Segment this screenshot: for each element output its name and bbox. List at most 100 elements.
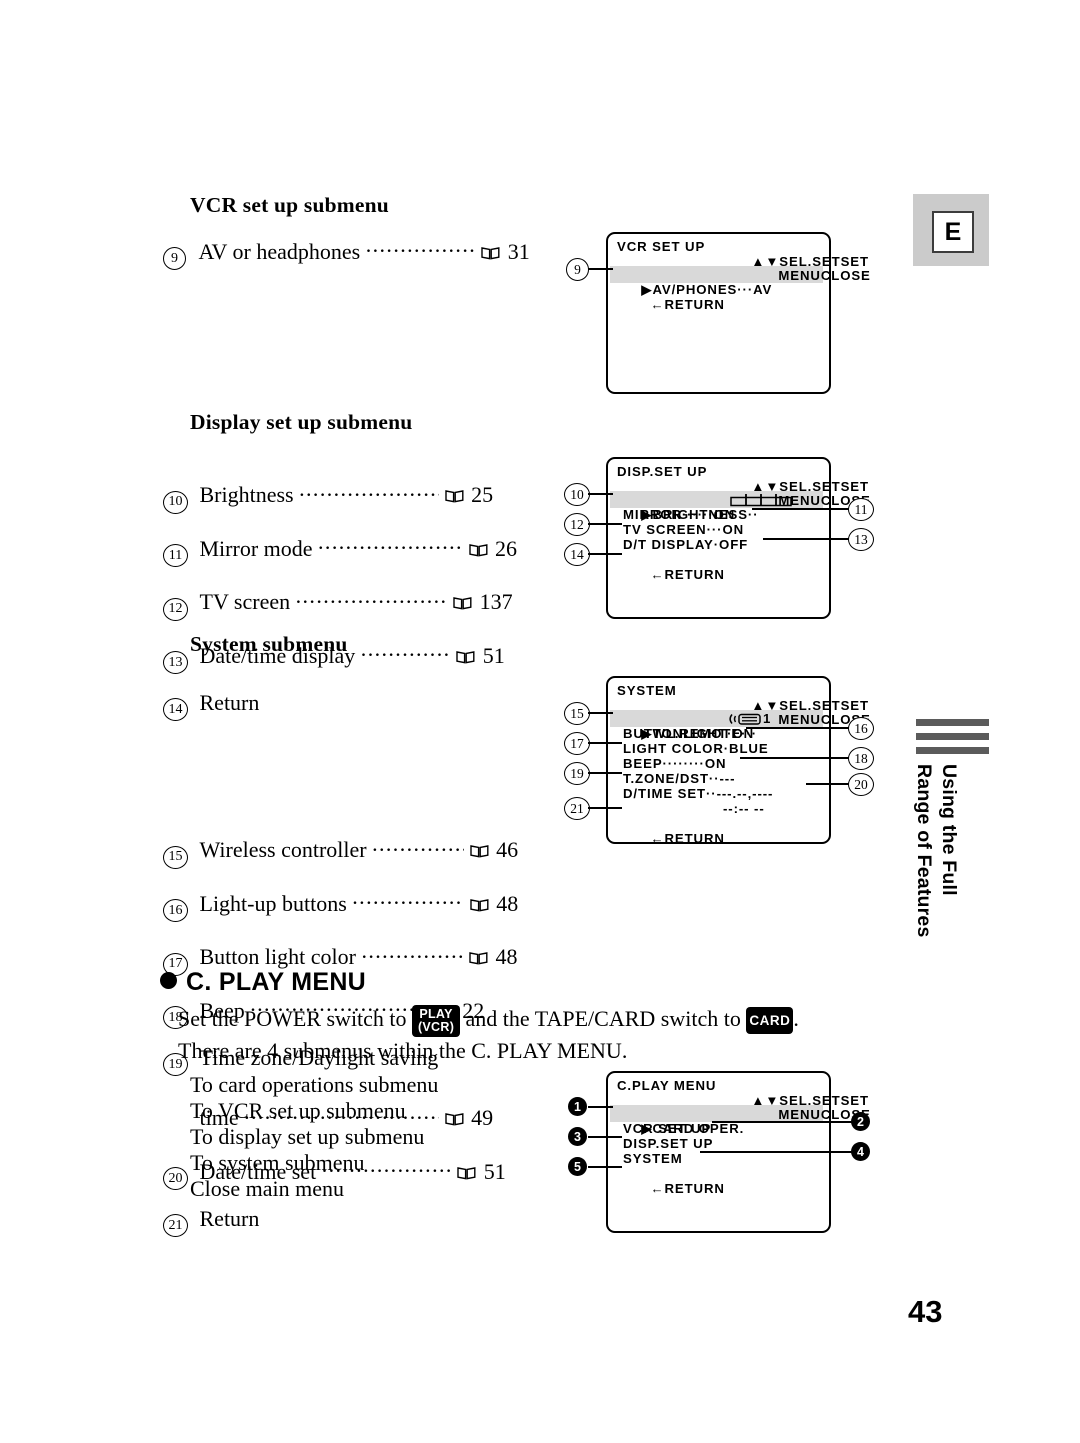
- lcd-row-beep: BEEP········ON: [623, 756, 727, 771]
- callout-leader-14: [588, 553, 622, 555]
- page-ref: 51: [482, 642, 505, 668]
- callout-leader-10: [588, 493, 613, 495]
- intro-text-c: .: [793, 1006, 799, 1031]
- callout-9: 9: [566, 258, 589, 281]
- callout-12: 12: [564, 513, 590, 536]
- item-label: AV or headphones: [198, 238, 361, 264]
- leader-dots: ................................: [299, 475, 439, 501]
- lcd-row-vcr-set-up: VCR SET UP: [623, 1121, 712, 1136]
- item-label: Wireless controller: [199, 837, 367, 863]
- leader-dots: ................................: [295, 582, 448, 608]
- callout-15: 15: [564, 702, 590, 725]
- manual-page: E Using the Full Range of Features VCR s…: [0, 0, 1080, 1443]
- book-icon: [468, 543, 488, 557]
- callout-5: 5: [568, 1157, 587, 1176]
- callout-16: 16: [848, 717, 874, 740]
- book-icon: [456, 650, 475, 664]
- callout-14: 14: [564, 543, 590, 566]
- item-number: 11: [163, 544, 188, 568]
- chapter-bar-3: [916, 747, 989, 754]
- lcd-row-return: ←RETURN: [650, 831, 725, 846]
- item-number: 9: [163, 247, 186, 271]
- book-icon: [457, 1166, 476, 1180]
- callout-leader-13: [763, 538, 849, 540]
- page-ref: 137: [479, 589, 513, 615]
- lcd-row-dtime-set: D/TIME SET··---.--,----: [623, 786, 774, 801]
- callout-17: 17: [564, 732, 590, 755]
- page-ref: 26: [495, 535, 518, 561]
- item-label: Mirror mode: [199, 535, 313, 561]
- chapter-bar-2: [916, 733, 989, 740]
- intro-text-a: Set the POWER switch to: [178, 1006, 407, 1031]
- section-heading-display-set-up: Display set up submenu: [190, 410, 413, 434]
- callout-20: 20: [848, 773, 874, 796]
- callout-leader-3: [588, 1136, 622, 1138]
- item-label: TV screen: [199, 589, 291, 615]
- leader-dots: ................................: [361, 937, 464, 963]
- chapter-bar-1: [916, 719, 989, 726]
- page-ref: 48: [496, 890, 519, 916]
- key-vcr-label: (VCR): [417, 1020, 455, 1035]
- lcd-vcr-set-up: VCR SET UP ▲▼SEL.SETSET MENUCLOSE ▶AV/PH…: [606, 232, 870, 394]
- item-label: Return: [199, 689, 260, 715]
- return-arrow-icon: ←: [650, 297, 665, 312]
- page-ref: 31: [507, 238, 530, 264]
- c-play-intro-line-1: Set the POWER switch to PLAY (VCR) and t…: [178, 1003, 878, 1037]
- lcd-title: C.PLAY MENU: [617, 1078, 717, 1093]
- callout-leader-4: [700, 1151, 852, 1153]
- tape-card-switch-card-key: CARD: [746, 1007, 794, 1035]
- lcd-title: DISP.SET UP: [617, 464, 708, 479]
- bullet-icon: [160, 972, 177, 989]
- toc-item-16: 16 Light-up buttons ....................…: [163, 884, 518, 923]
- route-line-5: Close main menu: [190, 1176, 344, 1201]
- lcd-wl-remote-value: 1: [763, 711, 772, 726]
- section-heading-vcr-set-up: VCR set up submenu: [190, 193, 389, 217]
- page-number: 43: [908, 1294, 943, 1329]
- item-label: Light-up buttons: [199, 890, 347, 916]
- toc-item-17: 17 Button light color ..................…: [163, 937, 517, 976]
- callout-2: 2: [851, 1112, 870, 1131]
- callout-leader-12: [588, 523, 622, 525]
- page-ref: 48: [495, 944, 518, 970]
- leader-dots: ................................: [372, 830, 464, 856]
- toc-item-15: 15 Wireless controller .................…: [163, 830, 518, 869]
- book-icon: [481, 246, 500, 260]
- lcd-title: VCR SET UP: [617, 239, 706, 254]
- callout-leader-21: [588, 807, 622, 809]
- callout-11: 11: [848, 498, 874, 521]
- callout-leader-20: [806, 783, 849, 785]
- power-switch-play-vcr-key: PLAY (VCR): [412, 1004, 461, 1037]
- callout-19: 19: [564, 762, 590, 785]
- callout-leader-1: [588, 1106, 613, 1108]
- lcd-row-tzone-dst: T.ZONE/DST··---: [623, 771, 736, 786]
- leader-dots: ................................: [360, 636, 451, 662]
- callout-leader-16: [746, 727, 849, 729]
- item-number: 20: [163, 1167, 188, 1191]
- callout-10: 10: [564, 483, 590, 506]
- toc-item-9: 9 AV or headphones .....................…: [163, 232, 530, 271]
- lcd-row-mirror: MIRROR······ON: [623, 507, 736, 522]
- lcd-row-light-color: LIGHT COLOR·BLUE: [623, 741, 769, 756]
- page-ref: 25: [471, 482, 494, 508]
- lcd-row-disp-set-up: DISP.SET UP: [623, 1136, 714, 1151]
- leader-dots: ................................: [365, 232, 476, 257]
- item-label: Brightness: [199, 482, 294, 508]
- return-arrow-icon: ←: [650, 831, 665, 846]
- lcd-row-dtime-set-2: --:-- --: [723, 801, 765, 816]
- item-label: Return: [199, 1205, 260, 1231]
- item-label: Button light color: [199, 944, 356, 970]
- toc-item-12: 12 TV screen ...........................…: [163, 582, 513, 621]
- callout-13: 13: [848, 528, 874, 551]
- section-heading-system: System submenu: [190, 632, 348, 656]
- callout-leader-18: [740, 757, 849, 759]
- lcd-system: SYSTEM ▲▼SEL.SETSET MENUCLOSE ▶WL.REMOTE…: [606, 676, 870, 846]
- lcd-row-buttonlight: BUTTONLIGHT·ON: [623, 726, 755, 741]
- lcd-row-return: ←RETURN: [650, 567, 725, 582]
- c-play-menu-heading: C. PLAY MENU: [160, 968, 366, 997]
- callout-leader-17: [588, 742, 622, 744]
- book-icon: [444, 489, 464, 503]
- page-ref: 51: [483, 1158, 506, 1184]
- callout-1: 1: [568, 1097, 587, 1116]
- lcd-row-system: SYSTEM: [623, 1151, 683, 1166]
- lcd-row-tv-screen: TV SCREEN···ON: [623, 522, 745, 537]
